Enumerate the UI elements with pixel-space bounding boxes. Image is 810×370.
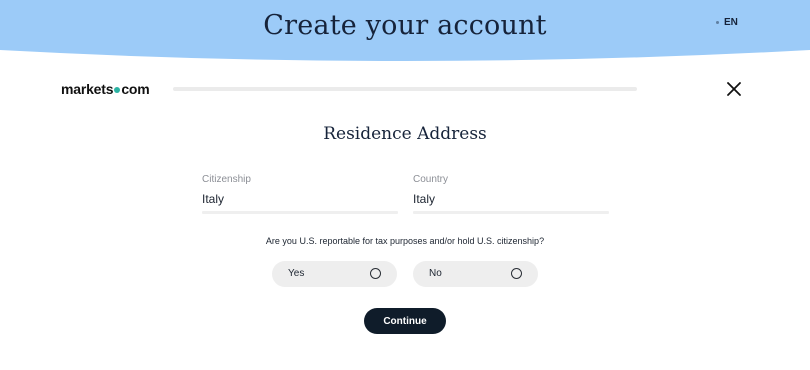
language-selector[interactable]: EN <box>716 17 738 28</box>
option-yes[interactable]: Yes <box>272 261 397 287</box>
us-tax-question: Are you U.S. reportable for tax purposes… <box>265 236 545 246</box>
globe-icon <box>716 21 719 24</box>
radio-yes-icon[interactable] <box>370 268 381 279</box>
top-banner: Create your account EN <box>0 0 810 62</box>
country-underline <box>413 211 609 214</box>
section-title: Residence Address <box>323 124 487 144</box>
radio-no-icon[interactable] <box>511 268 522 279</box>
option-no-label: No <box>429 268 442 279</box>
country-label: Country <box>413 174 449 185</box>
country-value[interactable]: Italy <box>413 192 435 206</box>
country-field[interactable]: Country Italy <box>413 174 609 214</box>
continue-button[interactable]: Continue <box>364 308 446 334</box>
citizenship-underline <box>202 211 398 214</box>
option-no[interactable]: No <box>413 261 538 287</box>
close-icon <box>727 82 741 96</box>
citizenship-value[interactable]: Italy <box>202 192 224 206</box>
page-title: Create your account <box>263 10 547 41</box>
option-yes-label: Yes <box>288 268 305 279</box>
citizenship-field[interactable]: Citizenship Italy <box>202 174 398 214</box>
progress-bar <box>173 87 637 91</box>
language-label: EN <box>724 17 738 28</box>
close-button[interactable] <box>724 79 744 99</box>
logo-dot-icon <box>114 87 121 93</box>
logo-text-com: com <box>121 81 150 97</box>
logo: markets com <box>61 81 150 97</box>
citizenship-label: Citizenship <box>202 174 251 185</box>
logo-text-markets: markets <box>61 81 114 97</box>
